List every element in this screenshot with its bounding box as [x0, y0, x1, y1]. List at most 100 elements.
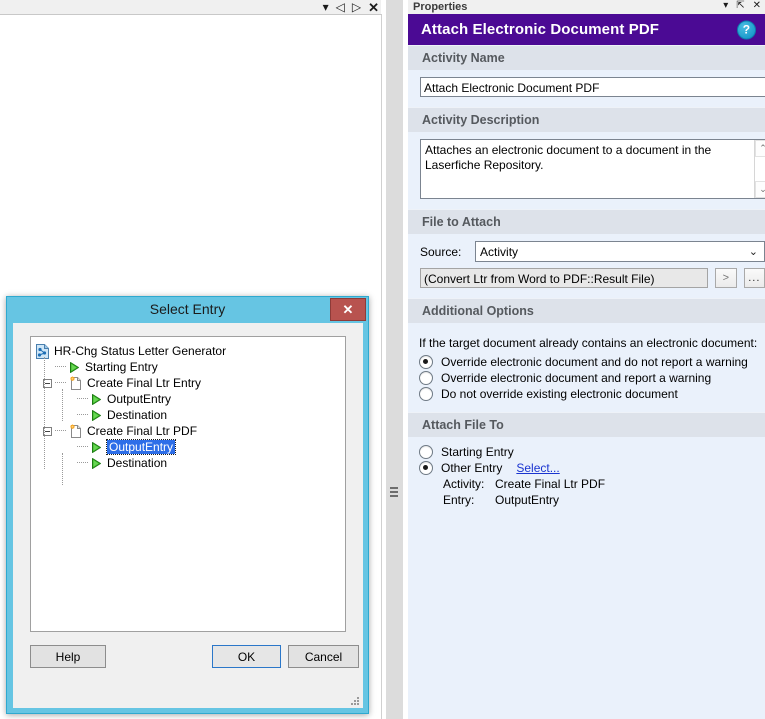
dialog-button-bar: Help OK Cancel — [30, 645, 346, 671]
radio-label: Do not override existing electronic docu… — [441, 387, 678, 401]
activity-name-body — [408, 70, 765, 107]
activity-title-bar: Attach Electronic Document PDF ? — [408, 14, 765, 45]
scrollbar-track[interactable] — [755, 157, 765, 181]
tree-item-label: Create Final Ltr PDF — [87, 424, 197, 438]
radio-override-no-warning[interactable]: Override electronic document and do not … — [414, 354, 765, 370]
radio-button-icon[interactable] — [419, 371, 433, 385]
tree-item[interactable]: Create Final Ltr PDF — [35, 423, 345, 439]
properties-panel-tools: ▾ ⇱ ✕ — [723, 0, 761, 12]
radio-label: Starting Entry — [441, 445, 514, 459]
tree-item-label: Destination — [107, 456, 167, 470]
tree-item-label: OutputEntry — [107, 392, 171, 406]
radio-label: Override electronic document and do not … — [441, 355, 748, 369]
tree-item[interactable]: OutputEntry — [35, 439, 345, 455]
page-title: Attach Electronic Document PDF — [421, 21, 659, 38]
section-header-activity-name: Activity Name — [408, 45, 765, 70]
activity-description-text: Attaches an electronic document to a doc… — [421, 140, 765, 173]
designer-window-controls: ▾ ◁ ▷ ✕ — [323, 0, 379, 14]
insert-token-button[interactable]: > — [715, 268, 736, 288]
green-arrow-icon — [90, 457, 103, 470]
entry-tree[interactable]: HR-Chg Status Letter Generator Starting E… — [30, 336, 346, 632]
tree-item[interactable]: Destination — [35, 455, 345, 471]
dialog-close-button[interactable]: ✕ — [330, 298, 366, 321]
tree-connector — [77, 414, 88, 416]
scroll-up-icon[interactable]: ⌃ — [755, 140, 765, 157]
panel-menu-icon[interactable]: ▾ — [723, 0, 728, 12]
tree-item[interactable]: Destination — [35, 407, 345, 423]
radio-button-icon[interactable] — [419, 445, 433, 459]
properties-panel: Properties ▾ ⇱ ✕ Attach Electronic Docum… — [408, 0, 765, 719]
resize-grip-icon[interactable] — [350, 696, 360, 706]
radio-other-entry[interactable]: Other Entry Select... — [414, 460, 765, 476]
radio-label: Override electronic document and report … — [441, 371, 711, 385]
panel-splitter[interactable] — [386, 0, 403, 719]
file-token-input[interactable] — [420, 268, 708, 288]
cancel-button[interactable]: Cancel — [288, 645, 359, 668]
panel-close-icon[interactable]: ✕ — [753, 0, 761, 12]
tree-item[interactable]: OutputEntry — [35, 391, 345, 407]
green-arrow-icon — [90, 441, 103, 454]
section-header-additional-options: Additional Options — [408, 298, 765, 323]
tree-item[interactable]: HR-Chg Status Letter Generator — [35, 343, 345, 359]
dialog-title: Select Entry — [150, 301, 225, 317]
browse-button[interactable]: ... — [744, 268, 765, 288]
section-header-file-to-attach: File to Attach — [408, 209, 765, 234]
scroll-down-icon[interactable]: ⌄ — [755, 181, 765, 198]
tree-item[interactable]: Starting Entry — [35, 359, 345, 375]
other-entry-activity-row: Activity: Create Final Ltr PDF — [414, 476, 765, 492]
description-scrollbar[interactable]: ⌃ ⌄ — [754, 140, 765, 198]
help-button[interactable]: Help — [30, 645, 106, 668]
designer-toolbar: ▾ ◁ ▷ ✕ — [0, 0, 381, 14]
ok-button[interactable]: OK — [212, 645, 281, 668]
tree-connector — [55, 430, 66, 432]
close-icon[interactable]: ✕ — [368, 1, 379, 14]
dialog-body: HR-Chg Status Letter Generator Starting E… — [13, 323, 363, 708]
entry-tree-list: HR-Chg Status Letter Generator Starting E… — [31, 337, 345, 471]
attach-file-to-body: Starting Entry Other Entry Select... Act… — [408, 437, 765, 518]
radio-override-with-warning[interactable]: Override electronic document and report … — [414, 370, 765, 386]
tree-connector — [77, 462, 88, 464]
green-arrow-icon — [90, 393, 103, 406]
section-header-activity-description: Activity Description — [408, 107, 765, 132]
source-label: Source: — [420, 245, 475, 259]
properties-panel-caption: Properties — [408, 1, 467, 13]
splitter-grip-icon — [390, 487, 398, 497]
activity-description-textarea[interactable]: Attaches an electronic document to a doc… — [420, 139, 765, 199]
additional-options-body: If the target document already contains … — [408, 323, 765, 412]
dropdown-arrow-icon[interactable]: ▾ — [323, 1, 329, 13]
dialog-title-bar[interactable]: Select Entry ✕ — [7, 297, 368, 321]
activity-value: Create Final Ltr PDF — [495, 477, 605, 491]
green-arrow-icon — [68, 361, 81, 374]
radio-do-not-override[interactable]: Do not override existing electronic docu… — [414, 386, 765, 402]
radio-starting-entry[interactable]: Starting Entry — [414, 444, 765, 460]
tree-connector — [77, 446, 88, 448]
entry-key: Entry: — [443, 493, 495, 507]
chevron-down-icon: ⌄ — [749, 245, 758, 258]
other-entry-entry-row: Entry: OutputEntry — [414, 492, 765, 508]
tree-item-label: Starting Entry — [85, 360, 158, 374]
green-arrow-icon — [90, 409, 103, 422]
source-select[interactable]: Activity ⌄ — [475, 241, 765, 262]
radio-button-icon[interactable] — [419, 387, 433, 401]
additional-options-hint: If the target document already contains … — [414, 330, 765, 354]
file-token-row: > ... — [414, 268, 765, 288]
tree-item-label: OutputEntry — [107, 440, 175, 454]
help-icon[interactable]: ? — [737, 20, 756, 39]
pin-icon[interactable]: ⇱ — [736, 0, 744, 12]
tree-item-label: HR-Chg Status Letter Generator — [54, 344, 226, 358]
next-arrow-icon[interactable]: ▷ — [352, 1, 361, 13]
entry-value: OutputEntry — [495, 493, 559, 507]
activity-name-input[interactable] — [420, 77, 765, 97]
tree-item[interactable]: Create Final Ltr Entry — [35, 375, 345, 391]
file-to-attach-body: Source: Activity ⌄ > ... — [408, 234, 765, 298]
radio-button-icon[interactable] — [419, 461, 433, 475]
activity-key: Activity: — [443, 477, 495, 491]
tree-guide-line — [62, 453, 63, 485]
tree-item-label: Create Final Ltr Entry — [87, 376, 201, 390]
source-select-value: Activity — [480, 245, 518, 259]
previous-arrow-icon[interactable]: ◁ — [336, 1, 345, 13]
select-entry-link[interactable]: Select... — [516, 461, 559, 475]
document-new-icon — [68, 376, 83, 391]
app-root: ▾ ◁ ▷ ✕ ⌃ Properties ▾ ⇱ ✕ Attach Electr… — [0, 0, 765, 719]
radio-button-icon[interactable] — [419, 355, 433, 369]
